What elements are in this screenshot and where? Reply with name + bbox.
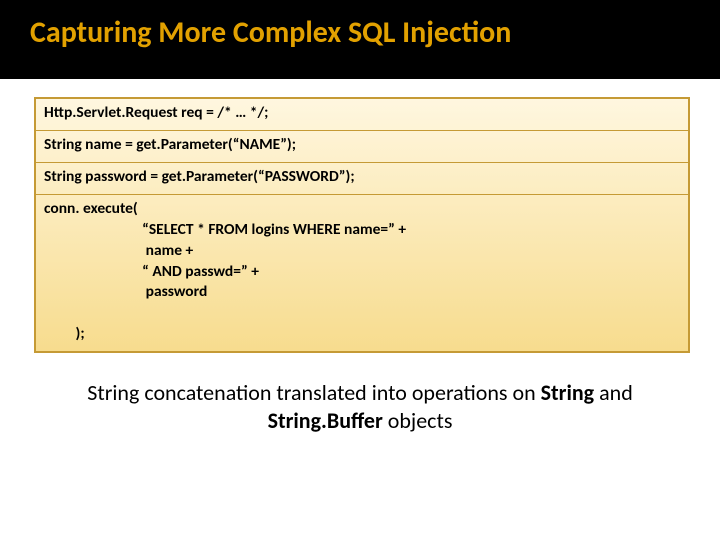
code-line-2: String name = get.Parameter(“NAME”); <box>36 130 688 162</box>
code-line-4: conn. execute( “SELECT * FROM logins WHE… <box>36 194 688 351</box>
slide-title: Capturing More Complex SQL Injection <box>30 14 690 51</box>
footer-part-3: objects <box>383 407 453 434</box>
code-block: Http.Servlet.Request req = /* … */; Stri… <box>34 97 690 353</box>
footer-caption: String concatenation translated into ope… <box>60 379 660 434</box>
footer-part-1: String concatenation translated into ope… <box>87 379 540 406</box>
footer-part-2: and <box>594 379 633 406</box>
footer-bold-1: String <box>541 379 595 406</box>
code-line-1: Http.Servlet.Request req = /* … */; <box>36 97 688 130</box>
footer-bold-2: String.Buffer <box>268 407 383 434</box>
title-bar: Capturing More Complex SQL Injection <box>0 0 720 79</box>
code-line-3: String password = get.Parameter(“PASSWOR… <box>36 162 688 194</box>
